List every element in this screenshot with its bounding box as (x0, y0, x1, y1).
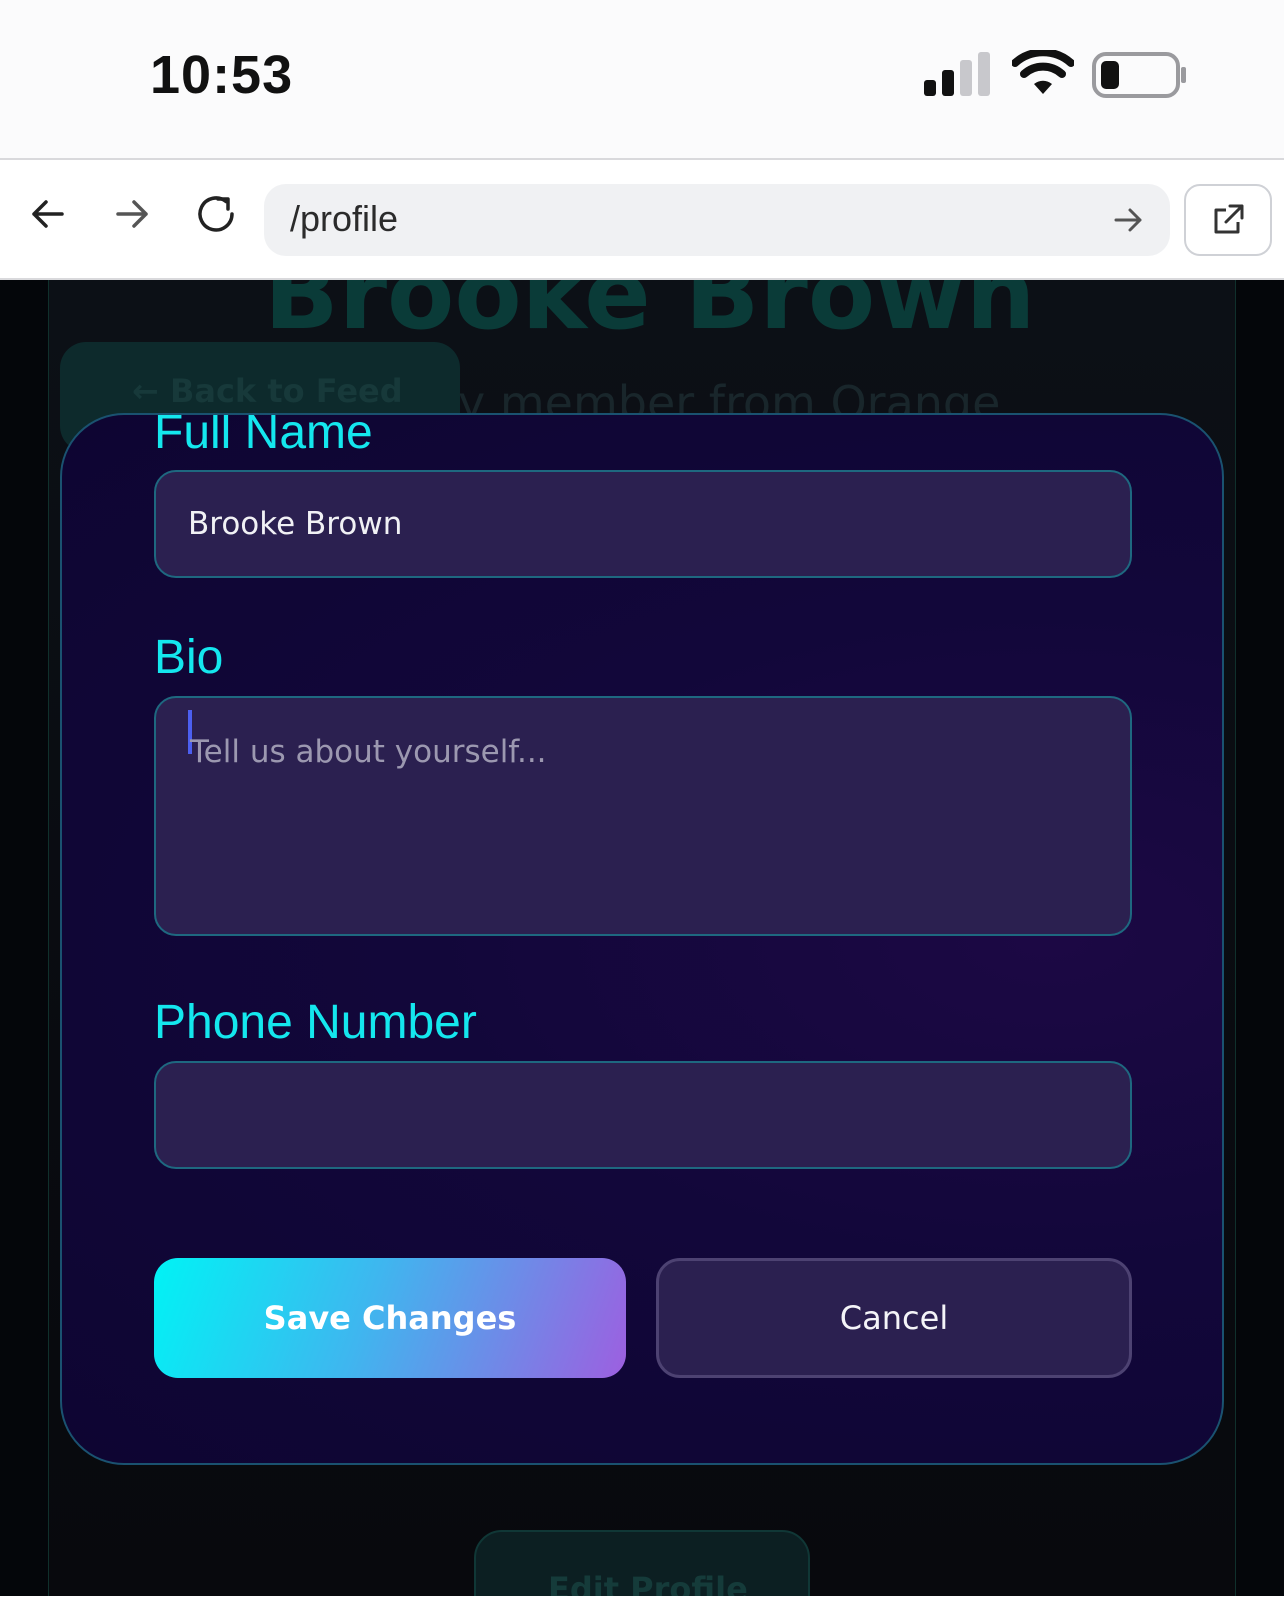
edit-profile-modal: Full Name Brooke Brown Bio Tell us about… (60, 413, 1224, 1465)
reload-icon (198, 196, 234, 232)
full-name-input[interactable]: Brooke Brown (154, 470, 1132, 578)
back-arrow-icon (32, 200, 64, 228)
back-arrow-icon: ← (132, 372, 159, 410)
browser-toolbar: /profile (0, 158, 1284, 280)
full-name-label: Full Name (154, 413, 373, 459)
battery-icon (1092, 52, 1186, 98)
url-field[interactable]: /profile (264, 184, 1170, 256)
forward-arrow-icon (116, 200, 148, 228)
bio-textarea[interactable]: Tell us about yourself... (154, 696, 1132, 936)
open-external-icon (1214, 204, 1244, 234)
go-arrow-icon[interactable] (1108, 200, 1148, 240)
cellular-signal-icon (924, 52, 990, 96)
back-to-feed-label: Back to Feed (169, 372, 403, 410)
full-name-value: Brooke Brown (188, 506, 403, 542)
bio-placeholder: Tell us about yourself... (190, 734, 547, 770)
edit-profile-label: Edit Profile (548, 1570, 748, 1596)
edit-profile-button: Edit Profile (474, 1530, 810, 1596)
phone-number-label: Phone Number (154, 996, 477, 1049)
wifi-icon (1012, 50, 1074, 94)
forward-button[interactable] (102, 184, 162, 244)
status-time: 10:53 (150, 45, 294, 105)
phone-number-input[interactable] (154, 1061, 1132, 1169)
bio-label: Bio (154, 631, 224, 684)
cancel-button[interactable]: Cancel (656, 1258, 1132, 1378)
save-changes-button[interactable]: Save Changes (154, 1258, 626, 1378)
open-external-button[interactable] (1184, 184, 1272, 256)
url-text: /profile (290, 198, 399, 239)
reload-button[interactable] (186, 184, 246, 244)
status-bar: 10:53 (0, 0, 1284, 158)
back-button[interactable] (18, 184, 78, 244)
